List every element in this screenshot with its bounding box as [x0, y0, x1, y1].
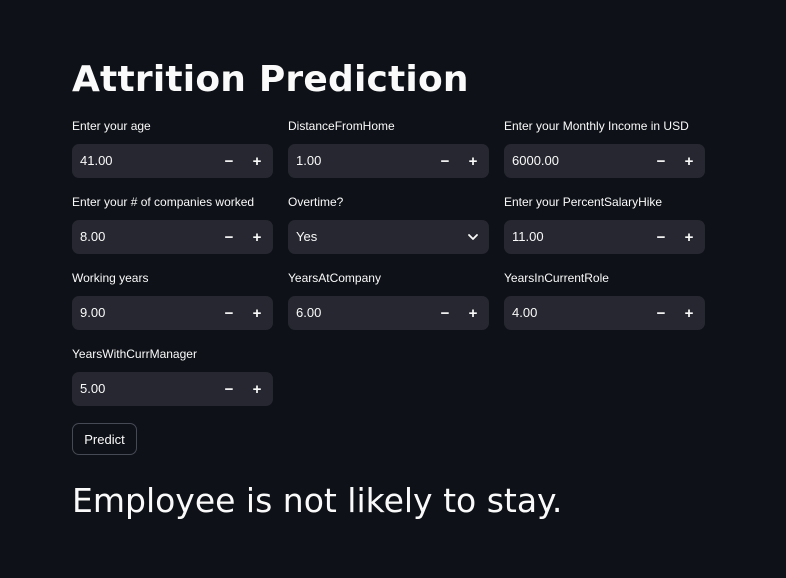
overtime-select[interactable]: Yes	[288, 220, 489, 254]
years-at-company-label: YearsAtCompany	[288, 271, 381, 285]
income-increment-button[interactable]: +	[675, 144, 703, 178]
minus-icon: −	[656, 228, 666, 246]
companies-number-input[interactable]: 8.00 − +	[72, 220, 273, 254]
salary-hike-number-input[interactable]: 11.00 − +	[504, 220, 705, 254]
years-at-company-increment-button[interactable]: +	[459, 296, 487, 330]
years-at-company-field: YearsAtCompany 6.00 − +	[288, 270, 489, 330]
working-years-decrement-button[interactable]: −	[215, 296, 243, 330]
age-decrement-button[interactable]: −	[215, 144, 243, 178]
working-years-value[interactable]: 9.00	[80, 296, 105, 330]
minus-icon: −	[656, 304, 666, 322]
overtime-selected-value[interactable]: Yes	[296, 220, 317, 254]
years-at-company-value[interactable]: 6.00	[296, 296, 321, 330]
years-at-company-number-input[interactable]: 6.00 − +	[288, 296, 489, 330]
plus-icon: +	[684, 304, 694, 322]
minus-icon: −	[440, 304, 450, 322]
years-in-role-number-input[interactable]: 4.00 − +	[504, 296, 705, 330]
minus-icon: −	[656, 152, 666, 170]
overtime-label: Overtime?	[288, 195, 344, 209]
working-years-label: Working years	[72, 271, 149, 285]
years-in-role-label: YearsInCurrentRole	[504, 271, 609, 285]
age-field: Enter your age 41.00 − +	[72, 118, 273, 178]
salary-hike-label: Enter your PercentSalaryHike	[504, 195, 663, 209]
salary-hike-value[interactable]: 11.00	[512, 220, 544, 254]
income-field: Enter your Monthly Income in USD 6000.00…	[504, 118, 705, 178]
income-number-input[interactable]: 6000.00 − +	[504, 144, 705, 178]
salary-hike-increment-button[interactable]: +	[675, 220, 703, 254]
working-years-field: Working years 9.00 − +	[72, 270, 273, 330]
income-decrement-button[interactable]: −	[647, 144, 675, 178]
plus-icon: +	[252, 152, 262, 170]
years-with-manager-increment-button[interactable]: +	[243, 372, 271, 406]
working-years-increment-button[interactable]: +	[243, 296, 271, 330]
distance-decrement-button[interactable]: −	[431, 144, 459, 178]
predict-button[interactable]: Predict	[72, 423, 137, 455]
companies-label: Enter your # of companies worked	[72, 195, 255, 209]
age-number-input[interactable]: 41.00 − +	[72, 144, 273, 178]
minus-icon: −	[224, 228, 234, 246]
plus-icon: +	[684, 228, 694, 246]
distance-value[interactable]: 1.00	[296, 144, 321, 178]
plus-icon: +	[468, 304, 478, 322]
minus-icon: −	[440, 152, 450, 170]
app-page: Attrition Prediction Enter your age 41.0…	[0, 0, 786, 578]
years-with-manager-label: YearsWithCurrManager	[72, 347, 197, 361]
years-with-manager-number-input[interactable]: 5.00 − +	[72, 372, 273, 406]
minus-icon: −	[224, 152, 234, 170]
years-in-role-value[interactable]: 4.00	[512, 296, 537, 330]
page-title: Attrition Prediction	[72, 59, 469, 100]
years-with-manager-field: YearsWithCurrManager 5.00 − +	[72, 346, 273, 406]
salary-hike-field: Enter your PercentSalaryHike 11.00 − +	[504, 194, 705, 254]
companies-decrement-button[interactable]: −	[215, 220, 243, 254]
years-with-manager-decrement-button[interactable]: −	[215, 372, 243, 406]
working-years-number-input[interactable]: 9.00 − +	[72, 296, 273, 330]
minus-icon: −	[224, 304, 234, 322]
plus-icon: +	[684, 152, 694, 170]
plus-icon: +	[252, 380, 262, 398]
distance-number-input[interactable]: 1.00 − +	[288, 144, 489, 178]
plus-icon: +	[252, 304, 262, 322]
distance-label: DistanceFromHome	[288, 119, 395, 133]
distance-field: DistanceFromHome 1.00 − +	[288, 118, 489, 178]
salary-hike-decrement-button[interactable]: −	[647, 220, 675, 254]
age-label: Enter your age	[72, 119, 151, 133]
years-in-role-increment-button[interactable]: +	[675, 296, 703, 330]
age-increment-button[interactable]: +	[243, 144, 271, 178]
income-label: Enter your Monthly Income in USD	[504, 119, 689, 133]
distance-increment-button[interactable]: +	[459, 144, 487, 178]
income-value[interactable]: 6000.00	[512, 144, 559, 178]
chevron-down-icon[interactable]	[467, 231, 479, 243]
plus-icon: +	[252, 228, 262, 246]
age-value[interactable]: 41.00	[80, 144, 113, 178]
years-with-manager-value[interactable]: 5.00	[80, 372, 105, 406]
years-in-role-decrement-button[interactable]: −	[647, 296, 675, 330]
companies-value[interactable]: 8.00	[80, 220, 105, 254]
years-at-company-decrement-button[interactable]: −	[431, 296, 459, 330]
years-in-role-field: YearsInCurrentRole 4.00 − +	[504, 270, 705, 330]
companies-field: Enter your # of companies worked 8.00 − …	[72, 194, 273, 254]
minus-icon: −	[224, 380, 234, 398]
prediction-result: Employee is not likely to stay.	[72, 481, 563, 520]
overtime-field: Overtime? Yes	[288, 194, 489, 254]
plus-icon: +	[468, 152, 478, 170]
companies-increment-button[interactable]: +	[243, 220, 271, 254]
